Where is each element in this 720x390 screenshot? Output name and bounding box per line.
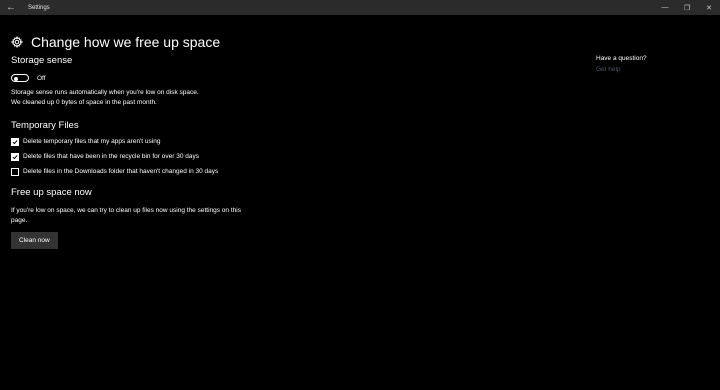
page-title: Change how we free up space bbox=[31, 34, 221, 51]
title-bar: ← Settings — ❐ ✕ bbox=[0, 0, 720, 15]
temporary-files-options: Delete temporary files that my apps aren… bbox=[11, 137, 271, 176]
have-a-question-heading: Have a question? bbox=[596, 55, 647, 62]
close-icon: ✕ bbox=[706, 4, 712, 12]
caption-buttons: — ❐ ✕ bbox=[654, 0, 720, 15]
temporary-files-heading: Temporary Files bbox=[11, 120, 79, 131]
checkmark-icon bbox=[12, 154, 18, 159]
checkbox-delete-downloads[interactable] bbox=[11, 167, 19, 176]
option-delete-recycle-bin[interactable]: Delete files that have been in the recyc… bbox=[11, 152, 271, 161]
checkbox-delete-recycle-bin[interactable] bbox=[11, 152, 19, 161]
storage-sense-heading: Storage sense bbox=[11, 55, 73, 66]
window-title: Settings bbox=[28, 4, 50, 11]
get-help-link[interactable]: Get help bbox=[596, 66, 647, 73]
storage-sense-description: Storage sense runs automatically when yo… bbox=[11, 88, 271, 107]
minimize-icon: — bbox=[661, 4, 669, 11]
main-content: Storage sense Off Storage sense runs aut… bbox=[11, 55, 271, 249]
maximize-button[interactable]: ❐ bbox=[676, 0, 698, 15]
clean-now-button[interactable]: Clean now bbox=[11, 232, 58, 249]
option-label: Delete files that have been in the recyc… bbox=[23, 153, 199, 160]
back-arrow-icon: ← bbox=[6, 2, 16, 13]
option-label: Delete files in the Downloads folder tha… bbox=[23, 168, 219, 175]
storage-sense-desc-line2: We cleaned up 0 bytes of space in the pa… bbox=[11, 98, 157, 106]
close-button[interactable]: ✕ bbox=[698, 0, 720, 15]
toggle-knob bbox=[14, 76, 18, 81]
maximize-icon: ❐ bbox=[683, 4, 691, 12]
toggle-state-label: Off bbox=[37, 74, 46, 82]
storage-sense-toggle-row: Off bbox=[11, 74, 271, 82]
gear-icon bbox=[11, 36, 23, 49]
option-delete-downloads[interactable]: Delete files in the Downloads folder tha… bbox=[11, 167, 271, 176]
checkbox-delete-temp-files[interactable] bbox=[11, 137, 19, 146]
storage-sense-desc-line1: Storage sense runs automatically when yo… bbox=[11, 89, 199, 96]
back-button[interactable]: ← bbox=[0, 0, 22, 15]
help-panel: Have a question? Get help bbox=[596, 55, 647, 73]
minimize-button[interactable]: — bbox=[654, 0, 676, 15]
settings-window: ← Settings — ❐ ✕ Change how we free up s… bbox=[0, 0, 720, 390]
option-delete-temp-files[interactable]: Delete temporary files that my apps aren… bbox=[11, 137, 271, 146]
storage-sense-toggle[interactable] bbox=[11, 74, 29, 82]
option-label: Delete temporary files that my apps aren… bbox=[23, 138, 161, 145]
free-up-space-description: If you're low on space, we can try to cl… bbox=[11, 207, 241, 224]
free-up-space-heading: Free up space now bbox=[11, 187, 92, 198]
checkmark-icon bbox=[12, 139, 18, 144]
